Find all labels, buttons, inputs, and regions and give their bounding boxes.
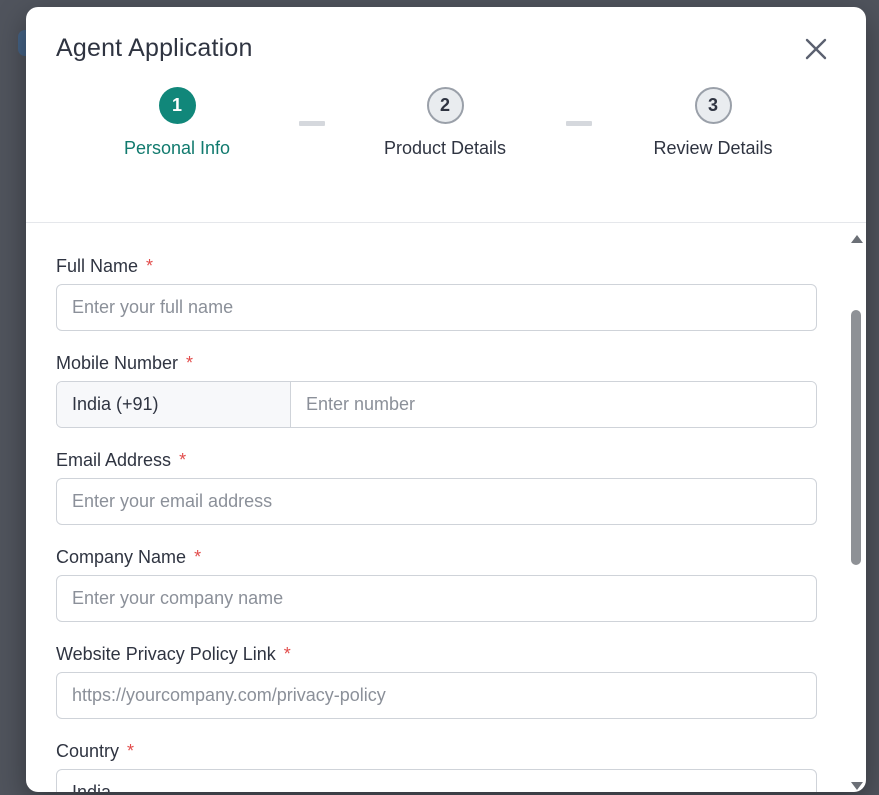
required-marker: *: [186, 353, 194, 373]
scrollbar-thumb[interactable]: [851, 310, 861, 565]
step-number: 1: [158, 87, 196, 124]
step-label: Review Details: [653, 138, 773, 158]
company-name-label: Company Name *: [56, 547, 202, 567]
required-marker: *: [146, 256, 154, 276]
required-marker: *: [194, 547, 202, 567]
email-address-label: Email Address *: [56, 450, 187, 470]
modal-header: Agent Application 1 Personal Info 2 Prod…: [26, 7, 866, 223]
scrollbar[interactable]: [847, 223, 865, 792]
step-review-details[interactable]: 3 Review Details: [613, 87, 813, 159]
close-icon: [805, 38, 827, 60]
step-connector: [299, 121, 325, 126]
country-label: Country *: [56, 741, 135, 761]
form-scroll-area[interactable]: Full Name* Mobile Number* India (+91) Em…: [26, 223, 866, 792]
step-number: 2: [426, 87, 464, 124]
company-name-input[interactable]: [56, 575, 817, 622]
privacy-policy-link-label: Website Privacy Policy Link *: [56, 644, 291, 664]
agent-application-modal: Agent Application 1 Personal Info 2 Prod…: [26, 7, 866, 792]
step-product-details[interactable]: 2 Product Details: [345, 87, 545, 159]
scroll-up-arrow-icon[interactable]: [851, 235, 863, 243]
required-marker: *: [179, 450, 187, 470]
country-select[interactable]: India: [56, 769, 817, 792]
step-connector: [566, 121, 592, 126]
step-label: Personal Info: [123, 138, 231, 158]
full-name-input[interactable]: [56, 284, 817, 331]
required-marker: *: [127, 741, 135, 761]
mobile-number-group: India (+91): [56, 381, 817, 428]
scroll-down-arrow-icon[interactable]: [851, 782, 863, 790]
step-number: 3: [694, 87, 732, 124]
step-personal-info[interactable]: 1 Personal Info: [77, 87, 277, 159]
mobile-number-input[interactable]: [291, 382, 816, 427]
stepper: 1 Personal Info 2 Product Details 3 Revi…: [26, 87, 866, 177]
required-marker: *: [283, 644, 291, 664]
modal-title: Agent Application: [56, 34, 253, 62]
mobile-number-label: Mobile Number *: [56, 353, 194, 373]
full-name-label: Full Name *: [56, 256, 154, 276]
close-button[interactable]: [798, 31, 834, 67]
step-label: Product Details: [383, 138, 507, 158]
country-code-select[interactable]: India (+91): [57, 382, 291, 427]
email-address-input[interactable]: [56, 478, 817, 525]
privacy-policy-link-input[interactable]: [56, 672, 817, 719]
